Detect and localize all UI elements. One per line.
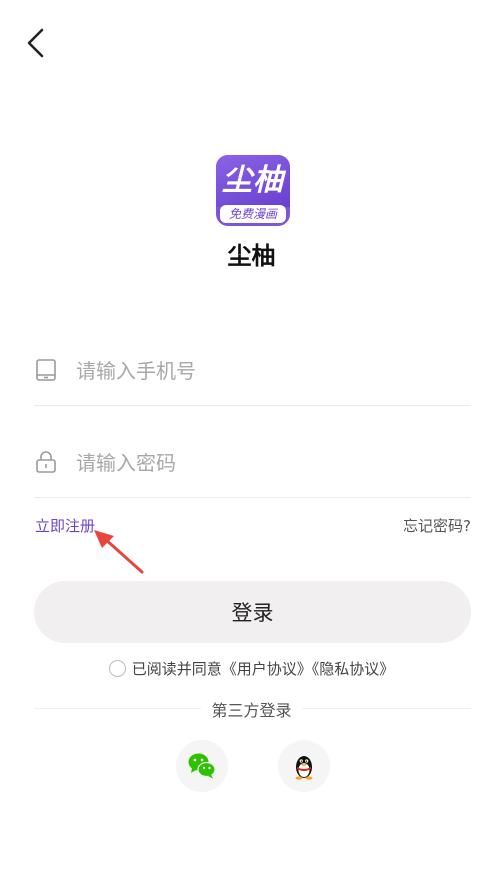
login-button[interactable]: 登录 <box>34 581 471 643</box>
register-link[interactable]: 立即注册 <box>35 515 95 536</box>
third-party-label-wrap: 第三方登录 <box>0 697 503 721</box>
agreement-checkbox[interactable] <box>108 660 126 677</box>
app-logo: 尘柚 免费漫画 <box>216 155 290 226</box>
lock-icon <box>36 451 56 473</box>
phone-field <box>34 340 471 406</box>
password-field <box>34 432 471 498</box>
back-arrow-icon[interactable] <box>22 26 52 60</box>
third-party-label: 第三方登录 <box>201 701 302 720</box>
user-agreement-link[interactable]: 《用户协议》 <box>222 660 312 678</box>
qq-icon <box>295 756 313 780</box>
logo-text: 尘柚 <box>216 155 290 207</box>
wechat-login-button[interactable] <box>176 740 228 792</box>
forgot-password-link[interactable]: 忘记密码? <box>403 515 471 536</box>
agreement-text: 已阅读并同意 <box>131 660 222 678</box>
password-input[interactable] <box>74 444 458 482</box>
phone-input[interactable] <box>74 352 458 390</box>
privacy-agreement-link[interactable]: 《隐私协议》 <box>312 660 395 678</box>
phone-icon <box>36 359 56 381</box>
annotation-arrow-icon <box>94 530 144 574</box>
wechat-icon <box>188 753 216 779</box>
logo-subtitle: 免费漫画 <box>220 205 286 223</box>
qq-login-button[interactable] <box>278 740 330 792</box>
agreement-row: 已阅读并同意《用户协议》《隐私协议》 <box>0 658 503 679</box>
app-name: 尘柚 <box>227 242 276 270</box>
